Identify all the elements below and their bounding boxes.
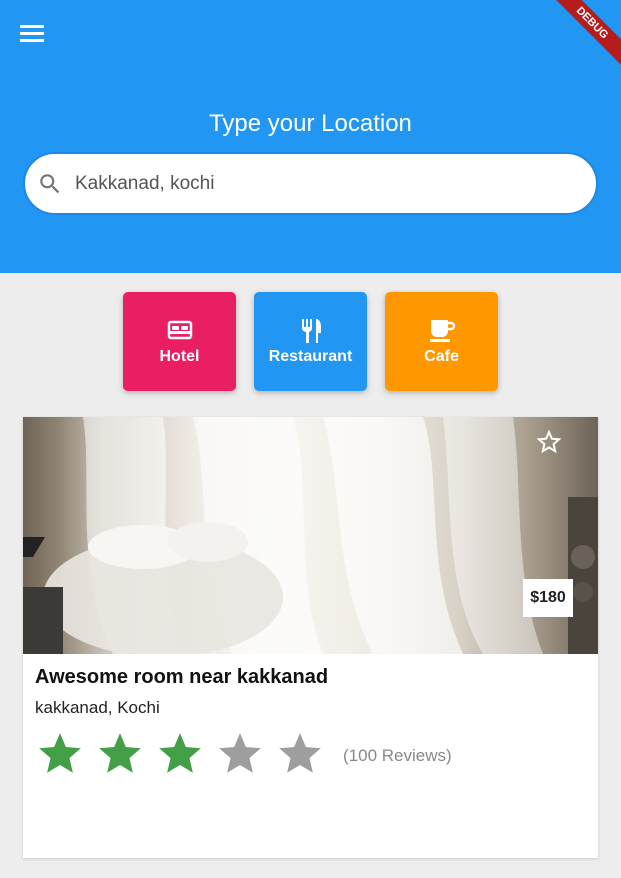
debug-banner: DEBUG — [551, 0, 621, 70]
search-bar[interactable] — [23, 152, 598, 215]
rating-stars — [35, 729, 335, 779]
category-hotel-button[interactable]: Hotel — [123, 292, 236, 391]
category-label: Restaurant — [268, 348, 353, 365]
star-filled-icon — [99, 733, 141, 773]
listing-photo: $180 — [23, 417, 598, 654]
header: DEBUG Type your Location — [0, 0, 621, 273]
room-photo-illustration — [23, 417, 598, 654]
coffee-icon — [429, 320, 455, 342]
page-title: Type your Location — [209, 110, 412, 137]
price-tag: $180 — [523, 579, 573, 617]
review-count: (100 Reviews) — [343, 746, 452, 765]
category-label: Hotel — [159, 348, 200, 365]
category-row: Hotel Restaurant Cafe — [0, 292, 621, 392]
listing-card[interactable]: $180 Awesome room near kakkanad kakkanad… — [23, 417, 598, 858]
restaurant-icon — [301, 319, 321, 343]
menu-button[interactable] — [18, 20, 48, 46]
category-cafe-button[interactable]: Cafe — [385, 292, 498, 391]
search-icon — [40, 174, 60, 194]
star-outline-icon — [536, 429, 562, 454]
category-label: Cafe — [424, 348, 459, 365]
menu-icon — [20, 25, 44, 42]
listing-title: Awesome room near kakkanad — [35, 666, 329, 688]
search-input[interactable] — [75, 162, 575, 206]
favorite-button[interactable] — [534, 427, 564, 457]
bed-icon — [167, 320, 192, 340]
star-filled-icon — [39, 733, 81, 773]
category-restaurant-button[interactable]: Restaurant — [254, 292, 367, 391]
listing-location: kakkanad, Kochi — [35, 698, 160, 717]
star-empty-icon — [279, 733, 321, 773]
debug-label: DEBUG — [551, 0, 621, 69]
star-empty-icon — [219, 733, 261, 773]
star-filled-icon — [159, 733, 201, 773]
